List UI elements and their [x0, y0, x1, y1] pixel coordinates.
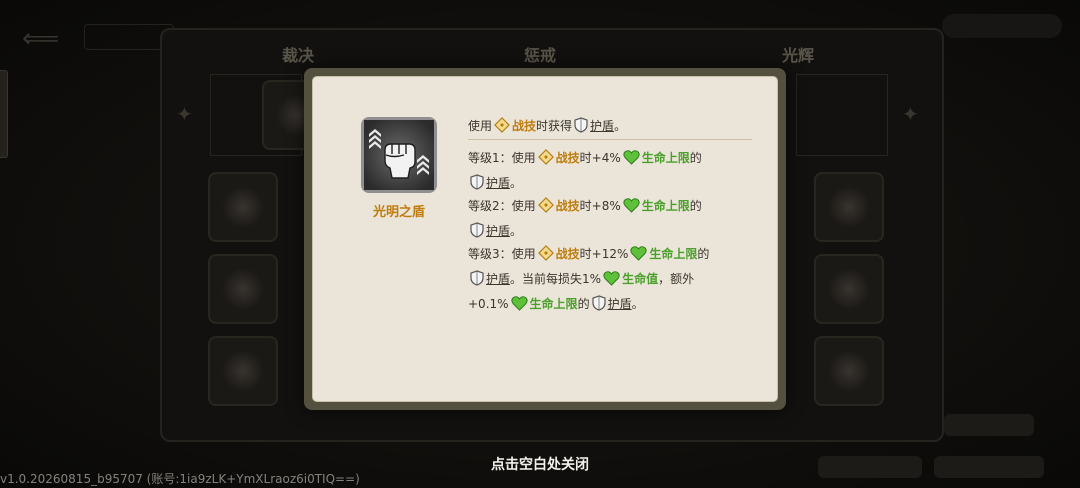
skill-description: 使用 战技时获得 护盾。 [468, 115, 758, 140]
desc-text: 时+12% [579, 247, 629, 261]
shield-fist-icon [361, 117, 437, 193]
hp-keyword: 生命值 [622, 272, 659, 286]
shield-icon [470, 222, 484, 245]
shield-icon [574, 117, 588, 140]
combat-skill-keyword: 战技 [555, 199, 580, 213]
desc-text: 时获得 [536, 119, 573, 133]
shield-icon [591, 295, 606, 318]
level-1-description: 等级1：使用 战技时+4% 生命上限的护盾。 [468, 147, 758, 197]
max-hp-keyword: 生命上限 [641, 199, 690, 213]
combat-skill-keyword: 战技 [512, 119, 537, 133]
desc-text: 。 [631, 297, 644, 311]
skill-name: 光明之盾 [372, 205, 425, 220]
level-2-description: 等级2：使用 战技时+8% 生命上限的护盾。 [468, 195, 758, 245]
combat-skill-icon [494, 117, 510, 140]
max-hp-keyword: 生命上限 [529, 297, 578, 311]
combat-skill-keyword: 战技 [555, 247, 580, 261]
combat-skill-icon [537, 245, 554, 268]
shield-icon [470, 174, 484, 197]
max-hp-keyword: 生命上限 [649, 247, 698, 261]
shield-keyword[interactable]: 护盾 [590, 119, 614, 133]
desc-text: 的 [697, 247, 710, 261]
divider [468, 139, 752, 140]
combat-skill-icon [537, 149, 554, 172]
heart-icon [510, 296, 528, 318]
combat-skill-icon [537, 197, 554, 220]
shield-keyword[interactable]: 护盾 [486, 272, 510, 286]
heart-icon [630, 246, 648, 268]
desc-text: 。 [510, 176, 523, 190]
skill-detail-panel: 光明之盾 使用 战技时获得 护盾。 等级1：使用 战技时+4% 生命上限的 护盾。 等级2… [312, 76, 778, 402]
desc-text: 等级3：使用 [468, 247, 536, 261]
desc-text: +0.1% [468, 297, 509, 311]
desc-text: 等级1：使用 [468, 151, 536, 165]
desc-text: 的 [689, 151, 702, 165]
desc-text: 。 [614, 119, 627, 133]
heart-icon [623, 198, 640, 220]
shield-keyword[interactable]: 护盾 [486, 224, 510, 238]
level-3-description: 等级3：使用 战技时+12% 生命上限的 护盾。当前每损失1% 生命值，额外 +0.1% 生… [468, 243, 758, 318]
combat-skill-keyword: 战技 [555, 151, 580, 165]
desc-text: 。当前每损失1% [510, 272, 602, 286]
heart-icon [623, 150, 640, 172]
shield-keyword[interactable]: 护盾 [486, 176, 510, 190]
desc-text: 时+8% [579, 199, 621, 213]
desc-text: 时+4% [579, 151, 621, 165]
desc-text: 的 [689, 199, 702, 213]
shield-keyword[interactable]: 护盾 [608, 297, 632, 311]
desc-text: 使用 [468, 119, 493, 133]
desc-text: 等级2：使用 [468, 199, 536, 213]
version-label: v1.0.20260815_b95707 (账号:1ia9zLK+YmXLrao… [0, 472, 360, 486]
shield-icon [470, 270, 484, 293]
skill-detail-popup: 光明之盾 使用 战技时获得 护盾。 等级1：使用 战技时+4% 生命上限的 护盾。 等级2… [304, 68, 786, 410]
desc-text: 。 [510, 224, 523, 238]
desc-text: 的 [577, 297, 590, 311]
heart-icon [603, 271, 620, 293]
max-hp-keyword: 生命上限 [641, 151, 690, 165]
desc-text: ，额外 [658, 272, 695, 286]
